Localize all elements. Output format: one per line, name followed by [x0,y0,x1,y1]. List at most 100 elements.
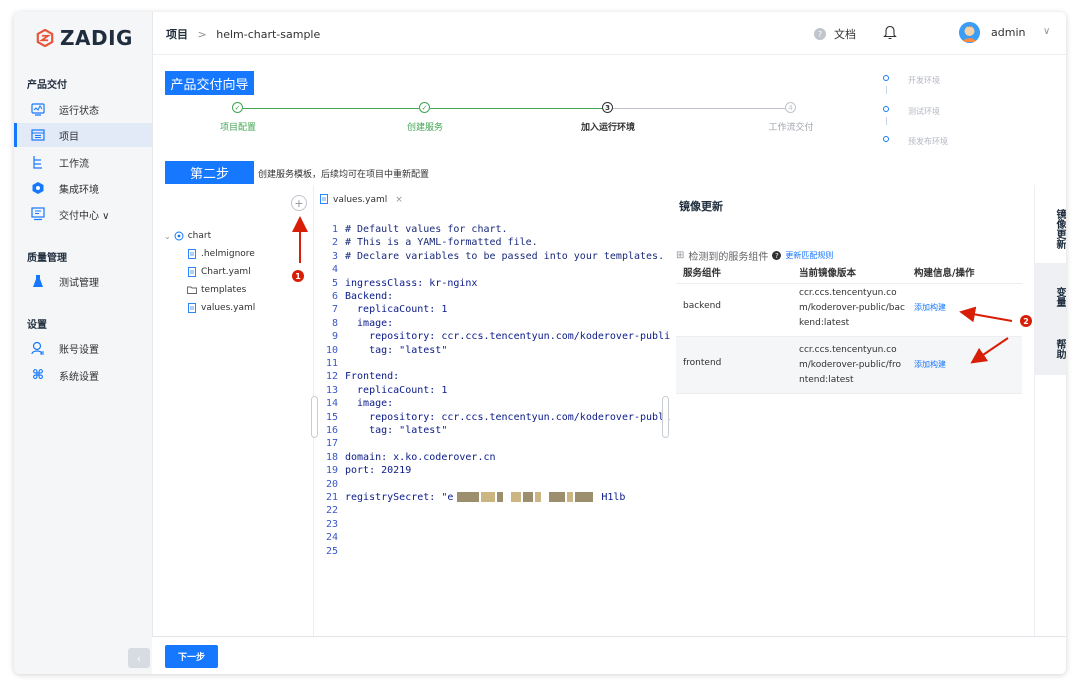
line-number: 1 [331,224,338,235]
code-line: 1 # Default values for chart. [314,224,508,237]
env-connector [886,117,887,125]
line-number: 10 [325,344,338,356]
sidebar-item-environment[interactable]: 集成环境 [14,176,152,200]
annotation-badge-1: 1 [292,270,304,282]
line-number: 7 [331,304,338,316]
editor-tab-label: values.yaml [333,195,388,205]
file-icon [187,249,197,259]
tab-image-update[interactable]: 镜像更新 [1035,195,1066,259]
env-dot-icon [883,75,889,81]
tree-file[interactable]: Chart.yaml [187,267,251,277]
table-row: frontend ccr.ccs.tencentyun.com/koderove… [676,337,1022,394]
step-label: 创建服务 [406,123,444,133]
sidebar-item-test[interactable]: 测试管理 [14,269,152,293]
add-build-link[interactable]: 添加构建 [914,302,946,313]
top-header: 项目 > helm-chart-sample ? 文档 admin ∨ [152,12,1066,55]
sidebar-item-account[interactable]: 账号设置 [14,336,152,360]
code-text: registrySecret: "e [345,492,454,503]
line-number: 18 [325,451,338,463]
editor-scrollbar[interactable] [662,396,669,438]
step-label: 项目配置 [219,123,257,133]
env-dot-icon [883,106,889,112]
tree-folder-chart[interactable]: ⌄ chart [164,231,211,241]
helm-icon [174,231,184,241]
line-number: 22 [325,505,338,517]
sidebar-item-label: 集成环境 [59,184,99,196]
sidebar-item-label: 测试管理 [59,277,99,289]
sidebar-item-status[interactable]: 运行状态 [14,97,152,121]
tree-file[interactable]: .helmignore [187,249,255,259]
line-number: 12 [325,371,338,383]
docs-label: 文档 [834,28,856,41]
breadcrumb-separator: > [197,28,207,41]
code-line: 4 [314,264,345,277]
file-icon [320,193,328,207]
env-connector [886,86,887,94]
logo[interactable]: ZADIG [36,26,133,50]
docs-link[interactable]: ? 文档 [814,26,856,42]
code-text: repository: ccr.ccs.tencentyun.com/koder… [345,331,671,343]
command-icon: ⌘ [31,367,45,383]
tab-help[interactable]: 帮助 [1035,315,1066,375]
code-text: replicaCount: 1 [345,304,448,316]
bell-icon[interactable] [883,24,897,40]
sidebar-item-label: 账号设置 [59,344,99,356]
tree-label: templates [201,285,247,295]
code-line: 9 repository: ccr.ccs.tencentyun.com/kod… [314,331,670,344]
code-text: port: 20219 [345,465,412,477]
tab-variables[interactable]: 变量 [1035,263,1066,323]
chevron-down-icon[interactable]: ∨ [1043,26,1050,37]
avatar[interactable] [959,22,980,43]
code-line: 11 [314,358,345,371]
tree-label: chart [187,231,212,241]
line-number: 19 [325,465,338,477]
tree-label: Chart.yaml [201,267,251,277]
sidebar-item-system[interactable]: ⌘ 系统设置 [14,363,152,387]
code-text-tail: H1lb [601,492,626,503]
sidebar-item-workflow[interactable]: 工作流 [14,150,152,174]
table-row: backend ccr.ccs.tencentyun.com/koderover… [676,280,1022,337]
editor-resize-handle[interactable] [311,396,318,438]
sidebar-item-label: 交付中心 ∨ [59,210,110,222]
sidebar-item-label: 工作流 [59,158,89,170]
code-line: 16 tag: "latest" [314,425,447,438]
line-number: 6 [331,291,338,302]
account-icon [31,341,45,355]
code-text: # Declare variables to be passed into yo… [345,250,665,262]
code-text: # This is a YAML-formatted file. [345,237,538,249]
app-window: ZADIG 产品交付 运行状态 项目 工作流 集成环境 交付中心 ∨ 质量管理 … [14,12,1066,674]
sidebar-item-delivery-center[interactable]: 交付中心 ∨ [14,202,152,226]
env-label: 开发环境 [908,76,940,85]
add-service-button[interactable]: + [291,195,307,211]
workflow-icon [31,155,45,169]
editor-tab[interactable]: values.yaml × [320,192,403,208]
env-label: 测试环境 [908,107,940,116]
code-text: # Default values for chart. [345,224,508,235]
avatar-face-icon [959,22,980,43]
code-line: 24 [314,532,345,545]
code-line: 17 [314,438,345,451]
sidebar-item-label: 项目 [59,131,79,143]
breadcrumb-root[interactable]: 项目 [166,28,188,41]
close-icon[interactable]: × [395,195,403,205]
next-step-button[interactable]: 下一步 [165,645,218,668]
tree-folder[interactable]: templates [187,285,246,295]
add-build-link[interactable]: 添加构建 [914,359,946,370]
user-name[interactable]: admin [991,26,1025,39]
sidebar: ZADIG 产品交付 运行状态 项目 工作流 集成环境 交付中心 ∨ 质量管理 … [14,12,153,674]
tree-label: values.yaml [201,303,256,313]
code-line: 15 repository: ccr.ccs.tencentyun.com/ko… [314,412,670,425]
step-track-done [243,108,419,109]
redacted-secret [457,492,601,505]
step-description: 创建服务模板，后续均可在项目中重新配置 [258,170,430,180]
sidebar-item-project[interactable]: 项目 [14,123,152,147]
delivery-center-icon [31,207,45,221]
tree-file[interactable]: values.yaml [187,303,255,313]
code-text: tag: "latest" [345,425,448,436]
step-label: 工作流交付 [768,123,814,133]
code-line: 8 image: [314,318,393,331]
code-line: 22 [314,505,345,518]
code-text: domain: x.ko.coderover.cn [345,451,496,463]
sidebar-collapse-button[interactable]: ‹ [128,648,150,668]
project-icon [31,128,45,142]
